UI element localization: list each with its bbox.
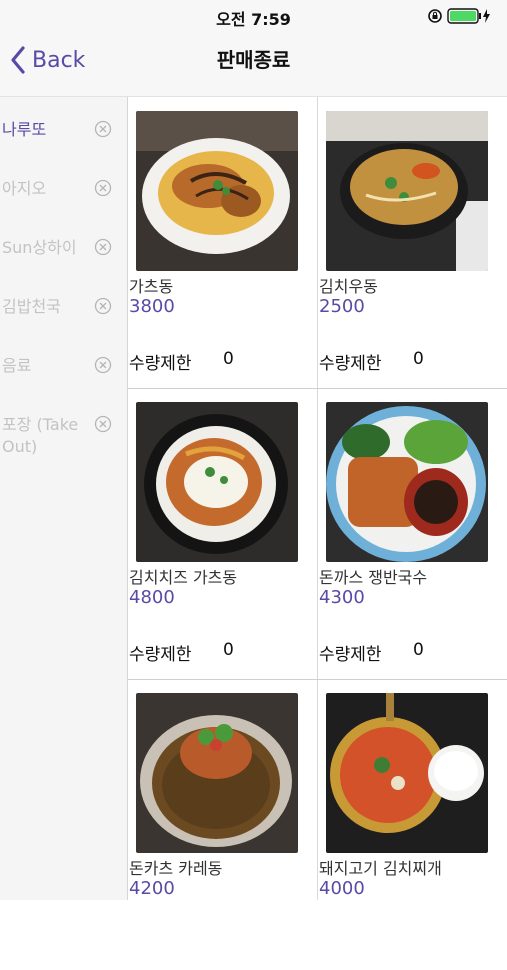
quantity-limit-value[interactable]: 0 [223, 349, 234, 369]
chevron-left-icon [11, 46, 25, 74]
category-label: Sun상하이 [2, 238, 77, 257]
battery-icon [447, 8, 490, 24]
product-price: 4200 [129, 878, 175, 899]
back-label: Back [32, 47, 86, 73]
product-price: 4000 [319, 878, 365, 899]
food-photo [326, 402, 488, 562]
quantity-limit-label: 수량제한 [319, 354, 382, 374]
product-card[interactable]: 돈까스 쟁반국수 4300 수량제한 0 [318, 388, 507, 679]
back-button[interactable]: Back [10, 40, 85, 80]
product-name: 가츠동 [129, 277, 174, 296]
product-name: 돼지고기 김치찌개 [319, 859, 442, 878]
product-card[interactable]: 돈카츠 카레동 4200 [128, 679, 318, 970]
quantity-limit-label: 수량제한 [129, 354, 192, 374]
remove-circle-icon[interactable] [94, 179, 112, 197]
status-bar: 오전 7:59 [0, 0, 507, 32]
category-item-drinks[interactable]: 음료 [0, 355, 127, 413]
remove-circle-icon[interactable] [94, 238, 112, 256]
product-name: 돈까스 쟁반국수 [319, 568, 428, 587]
quantity-limit-value[interactable]: 0 [223, 640, 234, 660]
product-name: 김치치즈 가츠동 [129, 568, 238, 587]
product-price: 2500 [319, 296, 365, 317]
product-card[interactable]: 김치우동 2500 수량제한 0 [318, 97, 507, 388]
product-name: 김치우동 [319, 277, 378, 296]
food-photo [326, 111, 488, 271]
remove-circle-icon[interactable] [94, 120, 112, 138]
category-label: 포장 (Take Out) [2, 415, 79, 456]
food-photo [136, 111, 298, 271]
category-label: 아지오 [2, 179, 47, 198]
category-item-naruto[interactable]: 나루또 [0, 119, 127, 177]
remove-circle-icon[interactable] [94, 415, 112, 433]
quantity-limit-value[interactable]: 0 [413, 349, 424, 369]
product-price: 3800 [129, 296, 175, 317]
product-name: 돈카츠 카레동 [129, 859, 223, 878]
food-photo [326, 693, 488, 853]
quantity-limit-label: 수량제한 [319, 645, 382, 665]
product-card[interactable]: 김치치즈 가츠동 4800 수량제한 0 [128, 388, 318, 679]
category-label: 음료 [2, 356, 32, 375]
navigation-bar: Back 판매종료 [0, 32, 507, 97]
remove-circle-icon[interactable] [94, 297, 112, 315]
category-item-takeout[interactable]: 포장 (Take Out) [0, 414, 127, 472]
quantity-limit-value[interactable]: 0 [413, 640, 424, 660]
category-label: 나루또 [2, 120, 47, 139]
category-sidebar: 나루또 아지오 Sun상하이 김밥천국 음료 포장 (Take Out) [0, 97, 128, 900]
remove-circle-icon[interactable] [94, 356, 112, 374]
food-photo [136, 402, 298, 562]
quantity-limit-label: 수량제한 [129, 645, 192, 665]
product-card[interactable]: 돼지고기 김치찌개 4000 [318, 679, 507, 970]
product-grid: 가츠동 3800 수량제한 0 김치우동 2500 수량제한 0 김치치즈 가츠… [128, 97, 507, 900]
category-item-ajio[interactable]: 아지오 [0, 178, 127, 236]
category-item-gimbap-cheonguk[interactable]: 김밥천국 [0, 296, 127, 354]
category-item-sun-shanghai[interactable]: Sun상하이 [0, 237, 127, 295]
category-label: 김밥천국 [2, 297, 61, 316]
food-photo [136, 693, 298, 853]
product-card[interactable]: 가츠동 3800 수량제한 0 [128, 97, 318, 388]
product-price: 4300 [319, 587, 365, 608]
rotation-lock-icon [428, 9, 442, 23]
product-price: 4800 [129, 587, 175, 608]
